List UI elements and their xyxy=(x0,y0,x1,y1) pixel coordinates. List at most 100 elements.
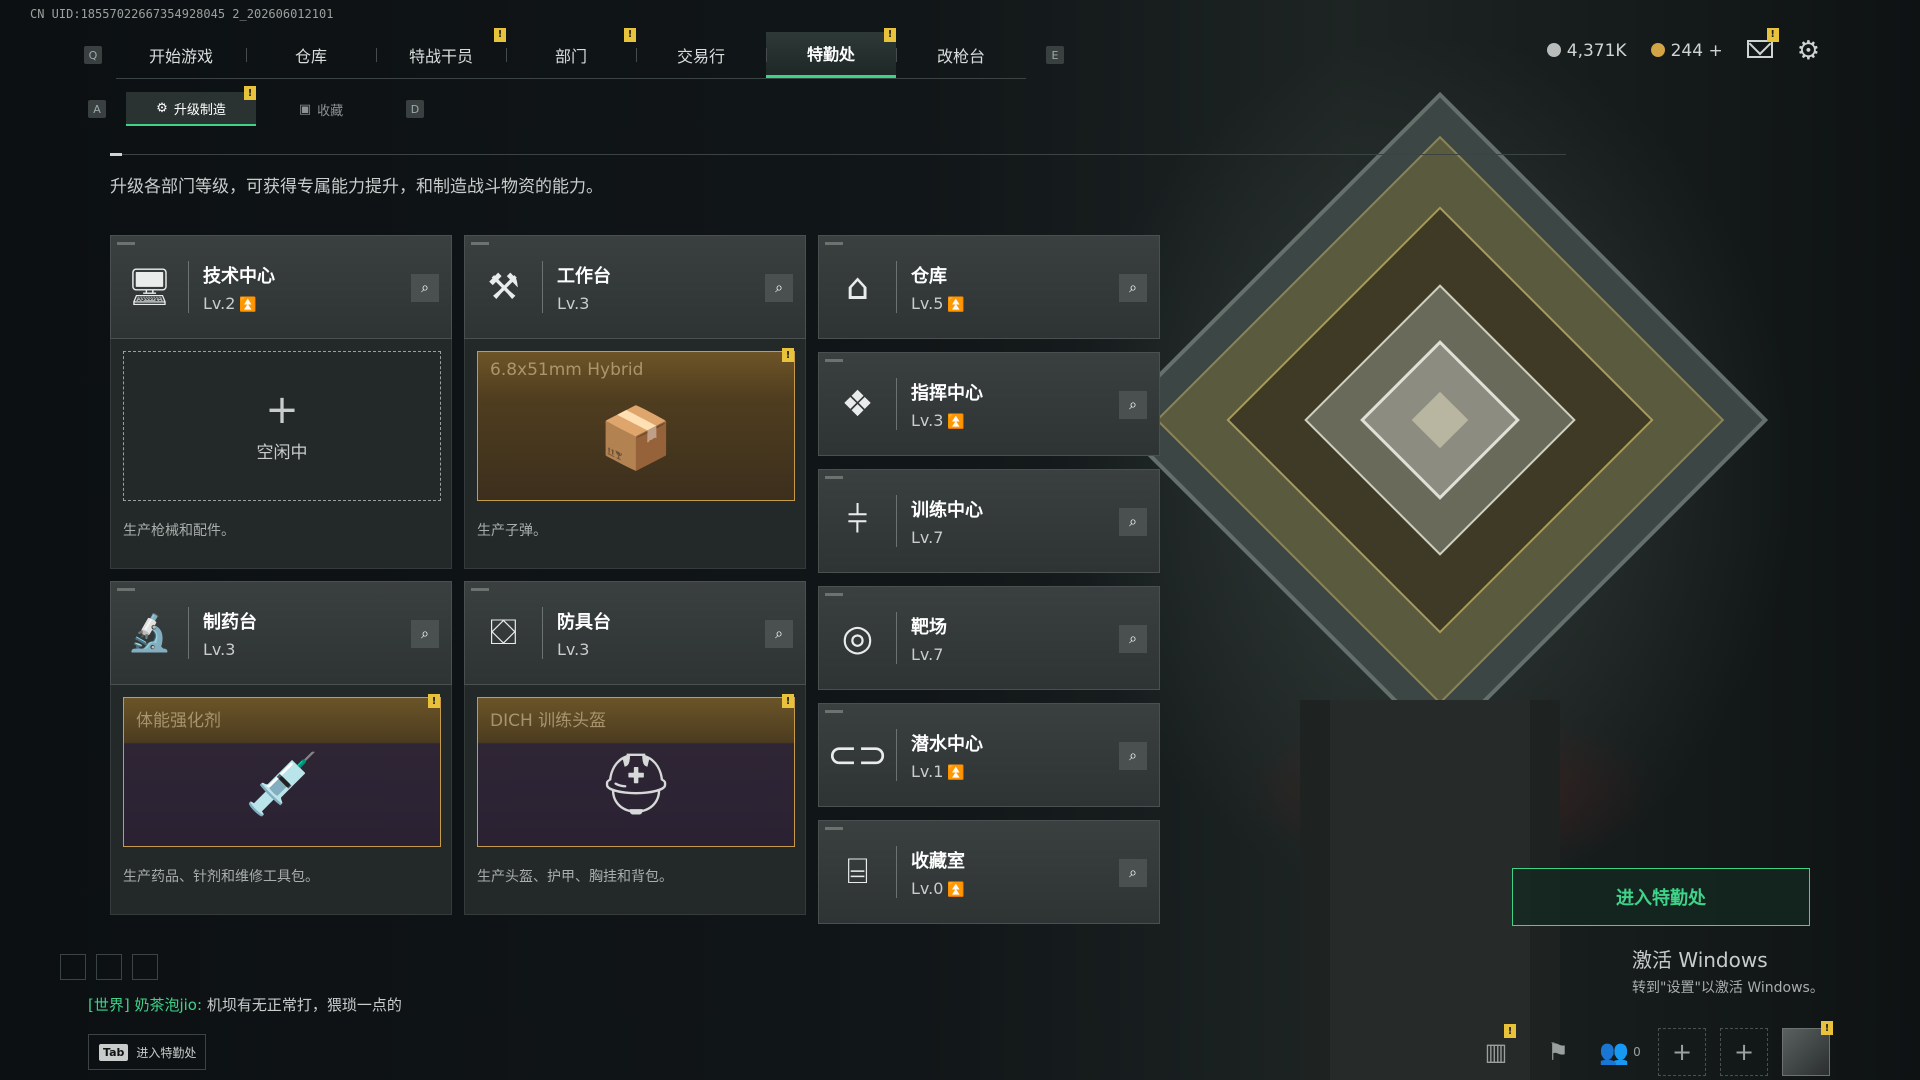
tab-department[interactable]: 部门! xyxy=(506,27,636,78)
search-icon[interactable]: ⌕ xyxy=(765,620,793,648)
production-panel-tech-center: + 空闲中 生产枪械和配件。 xyxy=(110,339,452,569)
production-slot-item[interactable]: 体能强化剂 💉 ! xyxy=(123,694,441,847)
dumbbell-icon: ⫩ xyxy=(819,495,897,547)
level-text: Lv.0 xyxy=(911,878,944,898)
activation-subtitle: 转到"设置"以激活 Windows。 xyxy=(1632,980,1824,996)
tab-label: 交易行 xyxy=(676,46,725,66)
add-slot-button[interactable]: + xyxy=(1658,1028,1706,1076)
workshop-card-armor-bench[interactable]: ⛋ 防具台 Lv.3 ⌕ xyxy=(464,581,806,685)
facility-card-warehouse[interactable]: ⌂ 仓库 Lv.5 ⏫ ⌕ xyxy=(818,235,1160,339)
search-icon[interactable]: ⌕ xyxy=(411,274,439,302)
subtab-upgrade-craft[interactable]: ⚙ 升级制造! xyxy=(126,86,256,126)
alert-badge: ! xyxy=(884,27,896,42)
production-slot-item[interactable]: 6.8x51mm Hybrid 📦 ! xyxy=(477,348,795,501)
facility-name: 仓库 xyxy=(911,265,947,287)
production-panel-workbench: 6.8x51mm Hybrid 📦 ! 生产子弹。 xyxy=(464,339,806,569)
alert-badge: ! xyxy=(428,694,440,708)
search-icon[interactable]: ⌕ xyxy=(1119,274,1147,302)
search-icon[interactable]: ⌕ xyxy=(411,620,439,648)
facility-level: Lv.2 ⏫ xyxy=(203,294,275,313)
enter-special-ops-button[interactable]: 进入特勤处 xyxy=(1512,868,1810,926)
stats-icon[interactable]: ▥! xyxy=(1472,1024,1520,1076)
search-icon[interactable]: ⌕ xyxy=(1119,625,1147,653)
alert-badge: ! xyxy=(244,86,256,100)
nav-next-key[interactable]: E xyxy=(1046,46,1064,64)
tab-warehouse[interactable]: 仓库 xyxy=(246,32,376,78)
production-slot-item[interactable]: DICH 训练头盔 ⛑ ! xyxy=(477,694,795,847)
gold-add-button[interactable]: + xyxy=(1708,41,1722,61)
corner-tag xyxy=(825,710,843,713)
monitor-icon: 🖥 xyxy=(111,261,189,313)
alert-badge: ! xyxy=(494,27,506,42)
subnav-prev-key[interactable]: A xyxy=(88,100,106,118)
level-text: Lv.1 xyxy=(911,761,944,781)
item-name: 体能强化剂 xyxy=(136,711,221,731)
corner-tag xyxy=(471,242,489,245)
add-slot-button[interactable]: + xyxy=(1720,1028,1768,1076)
facility-card-diving-center[interactable]: ⊂⊃ 潜水中心 Lv.1 ⏫ ⌕ xyxy=(818,703,1160,807)
divider-accent xyxy=(110,153,122,156)
subnav-next-key[interactable]: D xyxy=(406,100,424,118)
facility-name: 训练中心 xyxy=(911,499,983,521)
search-icon[interactable]: ⌕ xyxy=(765,274,793,302)
tools-icon: ⚒ xyxy=(465,261,543,313)
friends-count: 0 xyxy=(1633,1045,1641,1059)
mail-button[interactable]: ! xyxy=(1746,27,1779,63)
facility-card-command-center[interactable]: ❖ 指挥中心 Lv.3 ⏫ ⌕ xyxy=(818,352,1160,456)
workshop-card-workbench[interactable]: ⚒ 工作台 Lv.3 ⌕ xyxy=(464,235,806,339)
sub-nav: A ⚙ 升级制造! ▣ 收藏 D xyxy=(88,86,424,126)
syringe-icon: 💉 xyxy=(244,749,320,820)
search-icon[interactable]: ⌕ xyxy=(1119,391,1147,419)
search-icon[interactable]: ⌕ xyxy=(1119,508,1147,536)
friends-button[interactable]: 👥 0 xyxy=(1596,1028,1644,1076)
subtab-label: 收藏 xyxy=(317,103,344,119)
level-text: Lv.3 xyxy=(557,293,590,313)
facility-name: 防具台 xyxy=(557,611,611,633)
search-icon[interactable]: ⌕ xyxy=(1119,742,1147,770)
flag-icon[interactable]: ⚑ xyxy=(1534,1028,1582,1076)
tab-label: 特战干员 xyxy=(408,46,473,66)
card-info: 仓库 Lv.5 ⏫ xyxy=(897,262,965,313)
chat-channel: [世界] 奶茶泡jio: xyxy=(88,996,203,1014)
facility-name: 制药台 xyxy=(203,611,257,633)
corner-tag xyxy=(825,593,843,596)
silver-amount: 4,371K xyxy=(1566,41,1627,61)
user-uid: CN UID:18557022667354928045 2_2026060121… xyxy=(30,7,334,21)
tab-trading[interactable]: 交易行 xyxy=(636,32,766,78)
tab-hint[interactable]: Tab 进入特勤处 xyxy=(88,1034,206,1070)
corner-tag xyxy=(825,476,843,479)
gold-coin-icon xyxy=(1650,43,1665,57)
helmet-icon: ⛑ xyxy=(597,749,675,820)
facility-card-collection-room[interactable]: ⌸ 收藏室 Lv.0 ⏫ ⌕ xyxy=(818,820,1160,924)
facility-level: Lv.5 ⏫ xyxy=(911,294,965,313)
workshop-card-tech-center[interactable]: 🖥 技术中心 Lv.2 ⏫ ⌕ xyxy=(110,235,452,339)
facility-card-training-center[interactable]: ⫩ 训练中心 Lv.7 ⌕ xyxy=(818,469,1160,573)
production-desc: 生产药品、针剂和维修工具包。 xyxy=(123,869,319,885)
production-slot-idle[interactable]: + 空闲中 xyxy=(123,351,441,501)
tab-start-game[interactable]: 开始游戏 xyxy=(116,32,246,78)
intro-text: 升级各部门等级，可获得专属能力提升，和制造战斗物资的能力。 xyxy=(110,177,603,197)
level-text: Lv.7 xyxy=(911,527,944,547)
gold-currency[interactable]: 244 + xyxy=(1650,41,1723,61)
facility-card-range[interactable]: ◎ 靶场 Lv.7 ⌕ xyxy=(818,586,1160,690)
nav-prev-key[interactable]: Q xyxy=(84,46,102,64)
card-info: 防具台 Lv.3 xyxy=(543,608,611,659)
tab-gunsmith[interactable]: 改枪台 xyxy=(896,32,1026,78)
gear-icon[interactable]: ⚙ xyxy=(1797,38,1820,64)
tab-hint-label: 进入特勤处 xyxy=(136,1045,197,1060)
avatar[interactable]: ! xyxy=(1782,1021,1833,1076)
facility-level: Lv.3 xyxy=(557,294,611,313)
upgrade-arrow-icon: ⏫ xyxy=(947,764,965,781)
tab-special-ops[interactable]: 特勤处! xyxy=(766,27,896,78)
tab-operators[interactable]: 特战干员! xyxy=(376,27,506,78)
subtab-collection[interactable]: ▣ 收藏 xyxy=(256,92,386,126)
workshop-card-pharmacy[interactable]: 🔬 制药台 Lv.3 ⌕ xyxy=(110,581,452,685)
chat-line[interactable]: [世界] 奶茶泡jio: 机坝有无正常打，猥琐一点的 xyxy=(88,994,402,1015)
facility-level: Lv.0 ⏫ xyxy=(911,879,965,898)
level-text: Lv.3 xyxy=(203,639,236,659)
alert-badge: ! xyxy=(782,694,794,708)
upgrade-arrow-icon: ⏫ xyxy=(947,296,965,313)
search-icon[interactable]: ⌕ xyxy=(1119,859,1147,887)
gold-amount: 244 xyxy=(1670,41,1704,61)
card-info: 技术中心 Lv.2 ⏫ xyxy=(189,262,275,313)
